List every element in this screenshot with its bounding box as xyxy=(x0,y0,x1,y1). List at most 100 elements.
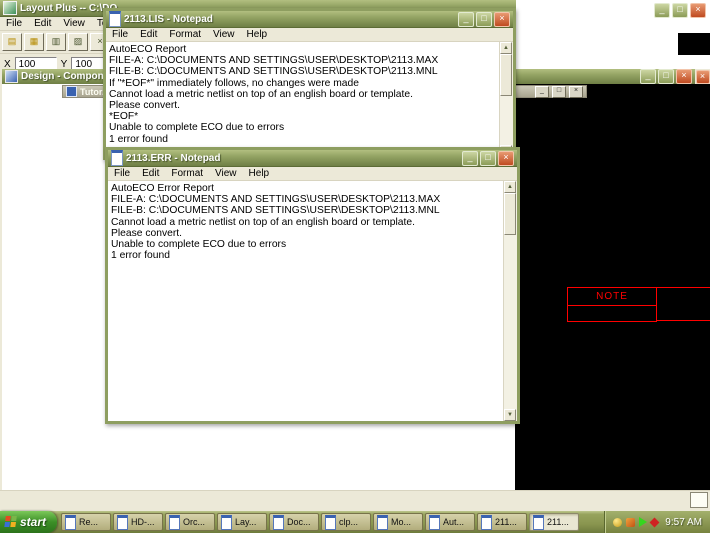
note-text: NOTE xyxy=(596,291,628,302)
taskbar-button[interactable]: 211... xyxy=(477,513,527,531)
taskbar-button[interactable]: Doc... xyxy=(269,513,319,531)
menu-edit[interactable]: Edit xyxy=(134,29,163,40)
taskbar-button[interactable]: Re... xyxy=(61,513,111,531)
menu-edit[interactable]: Edit xyxy=(28,18,57,29)
taskbar-button[interactable]: HD-... xyxy=(113,513,163,531)
taskbar-buttons: Re... HD-... Orc... Lay... Doc... clp... xyxy=(61,513,579,531)
text-line: FILE-B: C:\DOCUMENTS AND SETTINGS\USER\D… xyxy=(109,66,497,77)
tray-alert-icon[interactable] xyxy=(650,517,660,527)
menu-help[interactable]: Help xyxy=(241,29,274,40)
task-icon xyxy=(325,515,336,530)
notepad-err-title: 2113.ERR - Notepad xyxy=(126,153,459,164)
close-button[interactable]: × xyxy=(676,69,692,84)
windows-flag-icon xyxy=(4,516,18,528)
menu-file[interactable]: File xyxy=(0,18,28,29)
notepad-err-window: 2113.ERR - Notepad _ □ × File Edit Forma… xyxy=(105,147,520,424)
text-line: Cannot load a metric netlist on top of a… xyxy=(111,217,501,228)
taskbar-button[interactable]: Orc... xyxy=(165,513,215,531)
menu-format[interactable]: Format xyxy=(163,29,207,40)
menu-edit[interactable]: Edit xyxy=(136,168,165,179)
menu-view[interactable]: View xyxy=(57,18,91,29)
status-corner-button[interactable] xyxy=(690,492,708,508)
notepad-icon xyxy=(109,11,121,27)
scrollbar-thumb[interactable] xyxy=(504,193,516,235)
task-icon xyxy=(481,515,492,530)
close-button[interactable]: × xyxy=(690,3,706,18)
scroll-down-icon[interactable]: ▼ xyxy=(504,409,516,421)
taskbar: start Re... HD-... Orc... Lay... Doc... xyxy=(0,511,710,533)
task-icon xyxy=(533,515,544,530)
minimize-button[interactable]: _ xyxy=(654,3,670,18)
note-label-box: NOTE xyxy=(567,287,657,306)
task-label: Aut... xyxy=(443,517,464,527)
minimize-button[interactable]: _ xyxy=(640,69,656,84)
scrollbar-thumb[interactable] xyxy=(500,54,512,96)
maximize-button[interactable]: □ xyxy=(476,12,492,27)
close-button[interactable]: × xyxy=(498,151,514,166)
red-trace-line xyxy=(656,287,710,288)
menu-view[interactable]: View xyxy=(207,29,241,40)
task-label: Mo... xyxy=(391,517,411,527)
notepad-lis-title: 2113.LIS - Notepad xyxy=(124,14,455,25)
text-line: *EOF* xyxy=(109,111,497,122)
taskbar-button[interactable]: Lay... xyxy=(217,513,267,531)
tray-status-icon[interactable] xyxy=(613,518,622,527)
minimize-button[interactable]: _ xyxy=(462,151,478,166)
red-trace-line xyxy=(656,320,710,321)
taskbar-button[interactable]: Aut... xyxy=(425,513,475,531)
maximize-button[interactable]: □ xyxy=(480,151,496,166)
minimize-button[interactable]: _ xyxy=(458,12,474,27)
text-line: Please convert. xyxy=(111,228,501,239)
tray-update-icon[interactable] xyxy=(626,518,635,527)
design-window-controls: _ □ × xyxy=(640,69,692,84)
text-line: Unable to complete ECO due to errors xyxy=(111,239,501,250)
start-button[interactable]: start xyxy=(0,511,57,533)
notepad-err-text-area[interactable]: AutoECO Error Report FILE-A: C:\DOCUMENT… xyxy=(108,181,517,421)
close-button[interactable]: × xyxy=(569,86,583,98)
design-app-icon xyxy=(5,70,18,83)
task-label: 211... xyxy=(547,517,569,527)
task-icon xyxy=(169,515,180,530)
x-coordinate-label: X xyxy=(4,59,11,70)
notepad-err-titlebar[interactable]: 2113.ERR - Notepad _ □ × xyxy=(108,150,517,167)
pcb-design-canvas[interactable]: NOTE xyxy=(515,84,710,490)
taskbar-button[interactable]: clp... xyxy=(321,513,371,531)
text-line: Unable to complete ECO due to errors xyxy=(109,122,497,133)
text-line: FILE-B: C:\DOCUMENTS AND SETTINGS\USER\D… xyxy=(111,205,501,216)
toolbar-spreadsheet-icon[interactable]: ▨ xyxy=(68,33,88,51)
menu-help[interactable]: Help xyxy=(243,168,276,179)
vertical-scrollbar[interactable]: ▲ ▼ xyxy=(499,42,513,157)
task-label: Orc... xyxy=(183,517,205,527)
task-label: clp... xyxy=(339,517,358,527)
minimize-button[interactable]: _ xyxy=(535,86,549,98)
menu-file[interactable]: File xyxy=(106,29,134,40)
task-label: Doc... xyxy=(287,517,311,527)
start-label: start xyxy=(20,515,46,529)
menu-file[interactable]: File xyxy=(108,168,136,179)
close-button[interactable]: × xyxy=(494,12,510,27)
toolbar-library-icon[interactable]: ▥ xyxy=(46,33,66,51)
toolbar-open-icon[interactable]: ▤ xyxy=(2,33,22,51)
vertical-scrollbar[interactable]: ▲ ▼ xyxy=(503,181,517,421)
notepad-lis-titlebar[interactable]: 2113.LIS - Notepad _ □ × xyxy=(106,11,513,28)
tray-play-icon[interactable] xyxy=(639,517,647,527)
text-line: FILE-A: C:\DOCUMENTS AND SETTINGS\USER\D… xyxy=(109,55,497,66)
taskbar-button-active[interactable]: 211... xyxy=(529,513,579,531)
task-label: Re... xyxy=(79,517,98,527)
maximize-button[interactable]: □ xyxy=(658,69,674,84)
scroll-up-icon[interactable]: ▲ xyxy=(504,181,516,193)
notepad-lis-text-area[interactable]: AutoECO Report FILE-A: C:\DOCUMENTS AND … xyxy=(106,42,513,157)
taskbar-button[interactable]: Mo... xyxy=(373,513,423,531)
task-icon xyxy=(273,515,284,530)
toolbar-save-icon[interactable]: ▦ xyxy=(24,33,44,51)
scroll-up-icon[interactable]: ▲ xyxy=(500,42,512,54)
task-label: HD-... xyxy=(131,517,155,527)
close-button[interactable]: × xyxy=(696,70,710,84)
text-line: AutoECO Error Report xyxy=(111,183,501,194)
menu-format[interactable]: Format xyxy=(165,168,209,179)
task-icon xyxy=(377,515,388,530)
maximize-button[interactable]: □ xyxy=(672,3,688,18)
menu-view[interactable]: View xyxy=(209,168,243,179)
system-tray: 9:57 AM xyxy=(604,511,710,533)
restore-button[interactable]: □ xyxy=(552,86,566,98)
